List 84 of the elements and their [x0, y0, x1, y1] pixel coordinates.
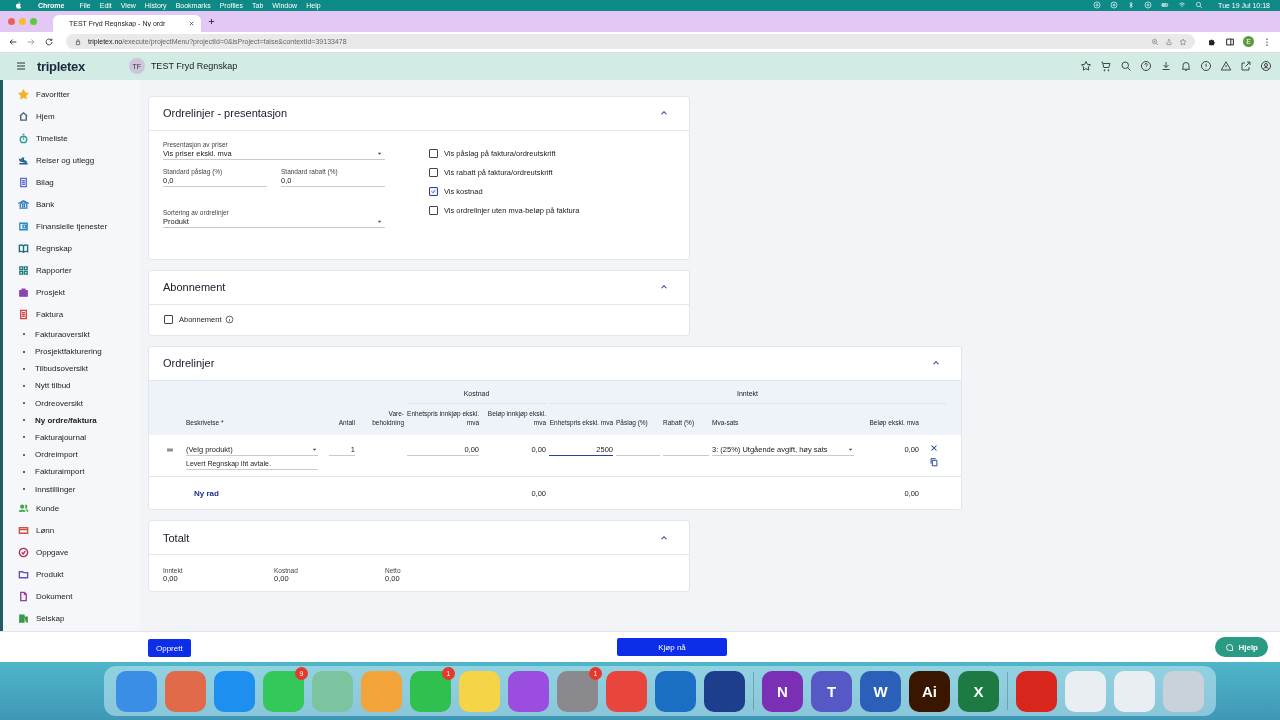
- checkbox[interactable]: [429, 167, 438, 177]
- sidebar-item[interactable]: Hjem: [3, 105, 140, 128]
- checkbox[interactable]: [164, 314, 173, 324]
- sidebar-item[interactable]: Bank: [3, 193, 140, 216]
- sidebar-item[interactable]: Rapporter: [3, 259, 140, 282]
- sidebar-item[interactable]: Dokument: [3, 585, 140, 608]
- close-icon[interactable]: [188, 19, 195, 27]
- info-icon[interactable]: [224, 314, 234, 324]
- back-arrow-icon[interactable]: [8, 36, 18, 47]
- side-panel-icon[interactable]: [1225, 36, 1235, 47]
- card-title: Abonnement: [163, 281, 227, 294]
- warning-icon[interactable]: [1220, 60, 1232, 73]
- reload-icon[interactable]: [44, 36, 54, 47]
- card-title: Totalt: [163, 531, 191, 544]
- wifi-icon[interactable]: [1178, 1, 1187, 10]
- sidebar-item[interactable]: Bilag: [3, 171, 140, 194]
- company-name[interactable]: TEST Fryd Regnskap: [150, 61, 238, 72]
- sidebar-item[interactable]: Fakturajournal: [3, 428, 140, 447]
- card-title: Ordrelinjer - presentasjon: [163, 107, 289, 120]
- sidebar-item[interactable]: Finansielle tjenester: [3, 215, 140, 238]
- new-row-link[interactable]: Ny rad: [186, 488, 318, 498]
- sidebar-item[interactable]: Fakturaoversikt: [3, 325, 140, 343]
- checkbox[interactable]: [429, 148, 438, 158]
- cart-icon[interactable]: [1100, 60, 1112, 73]
- app-icon[interactable]: [508, 670, 549, 712]
- sidebar-item[interactable]: Produkt: [3, 563, 140, 586]
- search-icon[interactable]: [1120, 60, 1132, 73]
- account-icon[interactable]: [1260, 60, 1272, 73]
- sidebar-item[interactable]: Selskap: [3, 607, 140, 630]
- share-icon[interactable]: [1165, 37, 1173, 46]
- app-icon[interactable]: T: [811, 670, 852, 712]
- sidebar-item[interactable]: Ny ordre/faktura: [3, 411, 140, 429]
- external-link-icon[interactable]: [1240, 60, 1252, 73]
- battery-icon[interactable]: [1161, 1, 1170, 10]
- record-icon[interactable]: [1093, 1, 1102, 10]
- create-button[interactable]: Opprett: [148, 639, 191, 658]
- forward-arrow-icon[interactable]: [26, 36, 36, 47]
- app-icon[interactable]: W: [860, 670, 901, 712]
- sidebar-item[interactable]: Lønn: [3, 519, 140, 542]
- menu-icon[interactable]: [15, 60, 27, 73]
- copy-icon[interactable]: [929, 457, 939, 468]
- alert-icon[interactable]: [1200, 60, 1212, 73]
- sidebar-item[interactable]: Innstillinger: [3, 480, 140, 498]
- record-icon[interactable]: [1144, 1, 1153, 10]
- sidebar-item[interactable]: Faktura: [3, 303, 140, 326]
- sidebar-item[interactable]: Ordreoversikt: [3, 394, 140, 412]
- app-icon[interactable]: N: [762, 670, 803, 712]
- zoom-icon[interactable]: [1151, 37, 1159, 46]
- help-icon[interactable]: [1140, 60, 1152, 73]
- chat-icon: [1225, 642, 1235, 652]
- sidebar-item[interactable]: Tilbudsoversikt: [3, 360, 140, 378]
- star-icon[interactable]: [1080, 60, 1092, 73]
- sidebar-item[interactable]: Oppgave: [3, 541, 140, 564]
- star-icon[interactable]: [1179, 37, 1187, 46]
- sidebar-item[interactable]: Fakturaimport: [3, 463, 140, 481]
- app-icon[interactable]: [1016, 670, 1057, 712]
- logo[interactable]: tripletex: [37, 58, 85, 74]
- sidebar-item[interactable]: Nytt tilbud: [3, 377, 140, 395]
- sidebar-item[interactable]: Timeliste: [3, 127, 140, 150]
- sidebar-item[interactable]: Reiser og utlegg: [3, 149, 140, 172]
- sidebar-item[interactable]: Ordreimport: [3, 446, 140, 464]
- lock-icon: [74, 37, 82, 46]
- sidebar-item[interactable]: Favoritter: [3, 83, 140, 106]
- apple-icon[interactable]: [14, 1, 23, 10]
- download-icon[interactable]: [1160, 60, 1172, 73]
- card-title: Ordrelinjer: [163, 357, 216, 370]
- app-icon[interactable]: [704, 670, 745, 712]
- close-window-dot[interactable]: [8, 17, 15, 25]
- bell-icon[interactable]: [1180, 60, 1192, 73]
- app-icon[interactable]: Ai: [909, 670, 950, 712]
- sidebar-item[interactable]: Regnskap: [3, 237, 140, 260]
- sidebar-item[interactable]: Prosjektfakturering: [3, 342, 140, 361]
- bluetooth-icon[interactable]: [1127, 1, 1136, 10]
- zoom-window-dot[interactable]: [30, 17, 37, 25]
- buy-button[interactable]: Kjøp nå: [617, 638, 727, 657]
- app-icon[interactable]: [655, 670, 696, 712]
- new-tab-icon[interactable]: [207, 16, 216, 26]
- checkbox[interactable]: [429, 186, 438, 196]
- checkbox[interactable]: [429, 205, 438, 215]
- minimize-window-dot[interactable]: [19, 17, 26, 25]
- app-icon[interactable]: X: [958, 670, 999, 712]
- sidebar-item[interactable]: Prosjekt: [3, 281, 140, 304]
- record-icon[interactable]: [1110, 1, 1119, 10]
- sidebar-item[interactable]: Kunde: [3, 497, 140, 520]
